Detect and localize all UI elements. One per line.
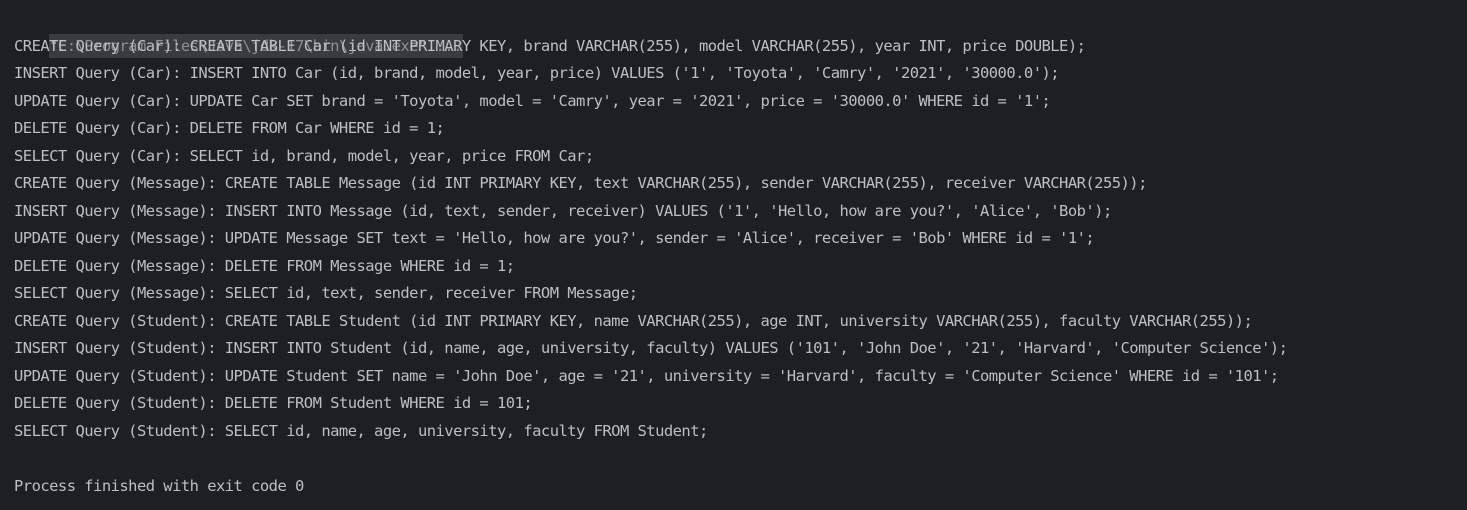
output-line: INSERT Query (Car): INSERT INTO Car (id,… — [14, 64, 1060, 82]
output-line: CREATE Query (Car): CREATE TABLE Car (id… — [14, 36, 1086, 55]
output-line: UPDATE Query (Student): UPDATE Student S… — [14, 366, 1279, 385]
run-console-output[interactable]: "C:\Program Files\Java\jdk-17\bin\java.e… — [0, 0, 1467, 510]
output-line: CREATE Query (Message): CREATE TABLE Mes… — [14, 174, 1147, 192]
output-line: INSERT Query (Student): INSERT INTO Stud… — [14, 339, 1288, 357]
output-line: DELETE Query (Student): DELETE FROM Stud… — [14, 394, 533, 412]
output-line: CREATE Query (Student): CREATE TABLE Stu… — [14, 311, 1253, 330]
output-line: DELETE Query (Message): DELETE FROM Mess… — [14, 256, 515, 275]
output-line: INSERT Query (Message): INSERT INTO Mess… — [14, 201, 1112, 220]
output-line: SELECT Query (Car): SELECT id, brand, mo… — [14, 146, 594, 165]
output-line: UPDATE Query (Car): UPDATE Car SET brand… — [14, 91, 1051, 110]
output-line: UPDATE Query (Message): UPDATE Message S… — [14, 229, 1095, 247]
exit-status-line: Process finished with exit code 0 — [14, 476, 304, 495]
output-line: DELETE Query (Car): DELETE FROM Car WHER… — [14, 119, 445, 137]
output-line: SELECT Query (Student): SELECT id, name,… — [14, 421, 708, 440]
output-line: SELECT Query (Message): SELECT id, text,… — [14, 284, 638, 302]
command-line[interactable]: "C:\Program Files\Java\jdk-17\bin\java.e… — [14, 5, 1467, 58]
